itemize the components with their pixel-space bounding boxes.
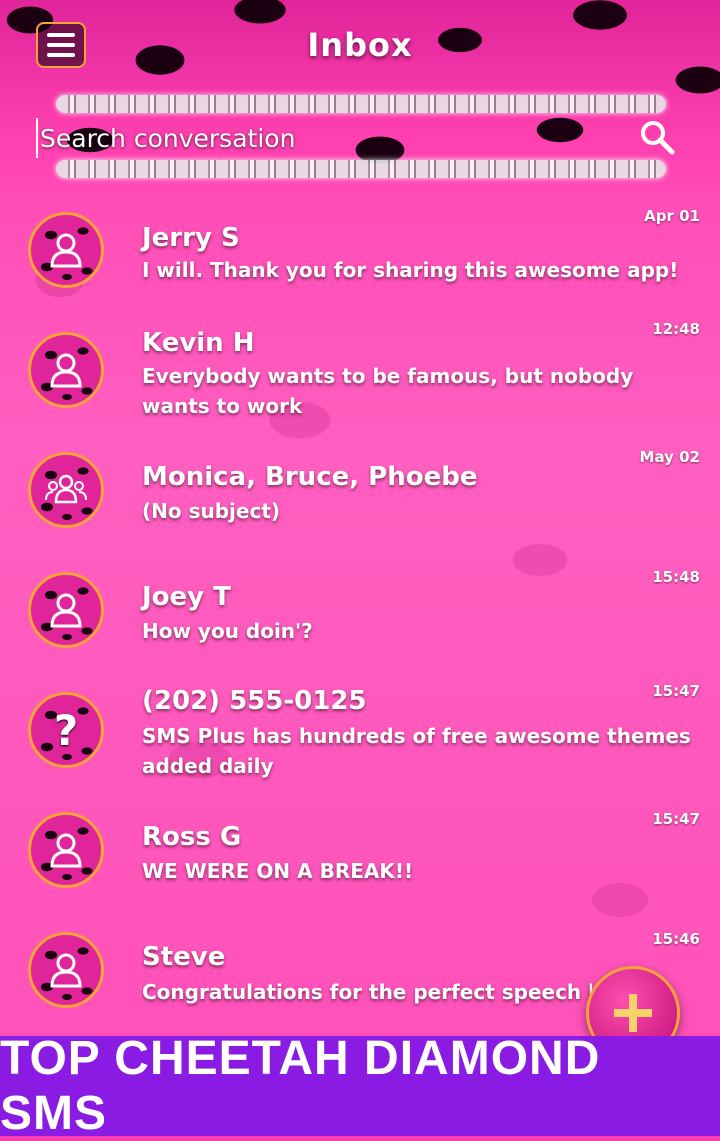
message-snippet: WE WERE ON A BREAK!! <box>142 859 414 883</box>
message-time: 15:47 <box>652 682 700 700</box>
message-snippet: How you doin'? <box>142 619 313 643</box>
question-mark-icon: ? <box>53 705 79 755</box>
person-icon <box>50 593 82 628</box>
contact-name: Ross G <box>142 822 242 852</box>
person-icon <box>50 353 82 388</box>
contact-avatar <box>28 932 104 1008</box>
message-snippet: (No subject) <box>142 499 281 523</box>
message-time: 12:48 <box>652 320 700 338</box>
header-bar: Inbox <box>0 0 720 200</box>
contact-name: Kevin H <box>142 328 255 358</box>
message-snippet: SMS Plus has hundreds of free awesome th… <box>142 724 691 778</box>
person-icon <box>50 833 82 868</box>
contact-name: Jerry S <box>142 223 240 253</box>
message-time: 15:48 <box>652 568 700 586</box>
group-avatar <box>28 452 104 528</box>
promo-banner-text: TOP CHEETAH DIAMOND SMS <box>0 1032 601 1140</box>
contact-name: (202) 555-0125 <box>142 686 367 716</box>
plus-icon <box>614 994 652 1032</box>
contact-avatar <box>28 572 104 648</box>
message-time: Apr 01 <box>644 207 700 225</box>
message-snippet: Everybody wants to be famous, but nobody… <box>142 364 634 418</box>
promo-banner: TOP CHEETAH DIAMOND SMS <box>0 1032 720 1140</box>
person-icon <box>50 953 82 988</box>
search-icon[interactable] <box>638 118 676 156</box>
contact-name: Joey T <box>142 582 231 612</box>
contact-avatar <box>28 212 104 288</box>
diamond-border-bottom <box>56 160 666 178</box>
person-icon <box>50 233 82 268</box>
contact-avatar <box>28 332 104 408</box>
contact-name: Monica, Bruce, Phoebe <box>142 462 478 492</box>
search-input[interactable] <box>36 118 622 158</box>
contact-avatar <box>28 812 104 888</box>
unknown-avatar: ? <box>28 692 104 768</box>
message-snippet: Congratulations for the perfect speech h… <box>142 980 592 1004</box>
message-snippet: I will. Thank you for sharing this aweso… <box>142 258 679 282</box>
message-time: 15:47 <box>652 810 700 828</box>
page-title: Inbox <box>307 26 413 64</box>
diamond-border-top <box>56 95 666 113</box>
message-time: 15:46 <box>652 930 700 948</box>
group-icon <box>45 474 87 504</box>
contact-name: Steve <box>142 942 226 972</box>
message-time: May 02 <box>639 448 700 466</box>
